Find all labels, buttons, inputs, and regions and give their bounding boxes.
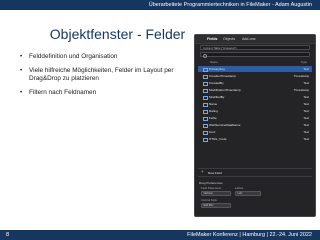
- field-icon: [203, 130, 208, 136]
- field-type: Text: [303, 137, 309, 142]
- control-style-select[interactable]: Edit Box: [201, 203, 231, 208]
- field-row[interactable]: CreatedBy Text: [198, 80, 312, 87]
- field-name: ModifiedBy: [209, 95, 225, 100]
- column-header: Name Type: [200, 59, 310, 64]
- field-type: Text: [303, 123, 309, 128]
- field-name: CreationTimestamp: [209, 74, 236, 79]
- tab-objects[interactable]: Objects: [223, 37, 235, 41]
- field-icon: [203, 123, 208, 129]
- field-placement-select[interactable]: Vertical: [201, 191, 231, 196]
- page-number: 8: [6, 232, 10, 238]
- field-name: HTML_Code: [209, 137, 227, 142]
- drag-preferences-heading[interactable]: Drag Preferences: [199, 181, 223, 185]
- field-row[interactable]: Rating Text: [198, 108, 312, 115]
- field-type: Text: [303, 116, 309, 121]
- header-bar: Überarbeitete Programmiertechniken in Fi…: [0, 0, 320, 10]
- field-name: Fehle: [209, 116, 217, 121]
- labels-select[interactable]: Left: [235, 191, 261, 196]
- field-name: Rating: [209, 109, 218, 114]
- header-text: Überarbeitete Programmiertechniken in Fi…: [148, 2, 312, 8]
- new-field-row[interactable]: + New Field: [198, 168, 312, 177]
- field-name: ModificationTimestamp: [209, 88, 241, 93]
- labels-label: Labels: [235, 186, 244, 190]
- field-row[interactable]: PrimaryKey Text: [198, 66, 312, 73]
- field-row[interactable]: CreationTimestamp Timestamp: [198, 73, 312, 80]
- tab-add-ons[interactable]: Add-ons: [242, 37, 255, 41]
- field-name: Kurz: [209, 130, 216, 135]
- field-type: Text: [303, 95, 309, 100]
- field-row[interactable]: Fehle Text: [198, 115, 312, 122]
- field-icon: [203, 88, 208, 94]
- field-type: Text: [303, 102, 309, 107]
- bullet-item: Felddefinition und Organisation: [20, 53, 192, 62]
- field-type: Text: [303, 109, 309, 114]
- field-row[interactable]: WebServiceDataName Text: [198, 122, 312, 129]
- panel-tab-bar: Fields Objects Add-ons: [195, 35, 315, 44]
- field-type: Text: [303, 67, 309, 72]
- field-type: Timestamp: [293, 74, 309, 79]
- field-row[interactable]: Kurz Text: [198, 129, 312, 136]
- bullet-item: Viele hilfreiche Möglichkeiten, Felder i…: [20, 67, 192, 84]
- field-placement-label: Field Placement: [201, 186, 222, 190]
- field-row[interactable]: HTML_Code Text: [198, 136, 312, 143]
- field-icon: [203, 74, 208, 80]
- field-icon: [203, 81, 208, 87]
- field-type: Text: [303, 130, 309, 135]
- table-context-select[interactable]: Current Table ("Unsaved"): [200, 45, 310, 50]
- field-name: PrimaryKey: [209, 67, 225, 72]
- field-name: Name: [209, 102, 218, 107]
- field-row[interactable]: ModificationTimestamp Timestamp: [198, 87, 312, 94]
- column-type-header[interactable]: Type: [301, 60, 307, 64]
- search-icon: [203, 53, 208, 59]
- new-field-label: New Field: [208, 170, 222, 175]
- field-name: WebServiceDataName: [209, 123, 241, 128]
- field-row[interactable]: Name Text: [198, 101, 312, 108]
- plus-icon: +: [201, 168, 204, 174]
- field-icon: [203, 137, 208, 143]
- footer-text: FileMaker Konferenz | Hamburg | 22.-24. …: [187, 232, 312, 238]
- field-icon: [203, 102, 208, 108]
- footer-bar: 8 FileMaker Konferenz | Hamburg | 22.-24…: [0, 230, 320, 240]
- objects-panel-screenshot: Fields Objects Add-ons Current Table ("U…: [194, 34, 316, 217]
- bullet-list: Felddefinition und Organisation Viele hi…: [20, 53, 192, 103]
- field-search-input[interactable]: [200, 52, 310, 59]
- field-type: Text: [303, 81, 309, 86]
- field-row[interactable]: ModifiedBy Text: [198, 94, 312, 101]
- field-icon: [203, 67, 208, 73]
- bullet-item: Filtern nach Feldnamen: [20, 89, 192, 98]
- control-style-label: Control Style: [201, 198, 218, 202]
- field-icon: [203, 116, 208, 122]
- field-icon: [203, 109, 208, 115]
- field-type: Timestamp: [293, 88, 309, 93]
- field-name: CreatedBy: [209, 81, 224, 86]
- column-name-header[interactable]: Name: [210, 60, 218, 64]
- field-icon: [203, 95, 208, 101]
- tab-fields[interactable]: Fields: [207, 37, 217, 41]
